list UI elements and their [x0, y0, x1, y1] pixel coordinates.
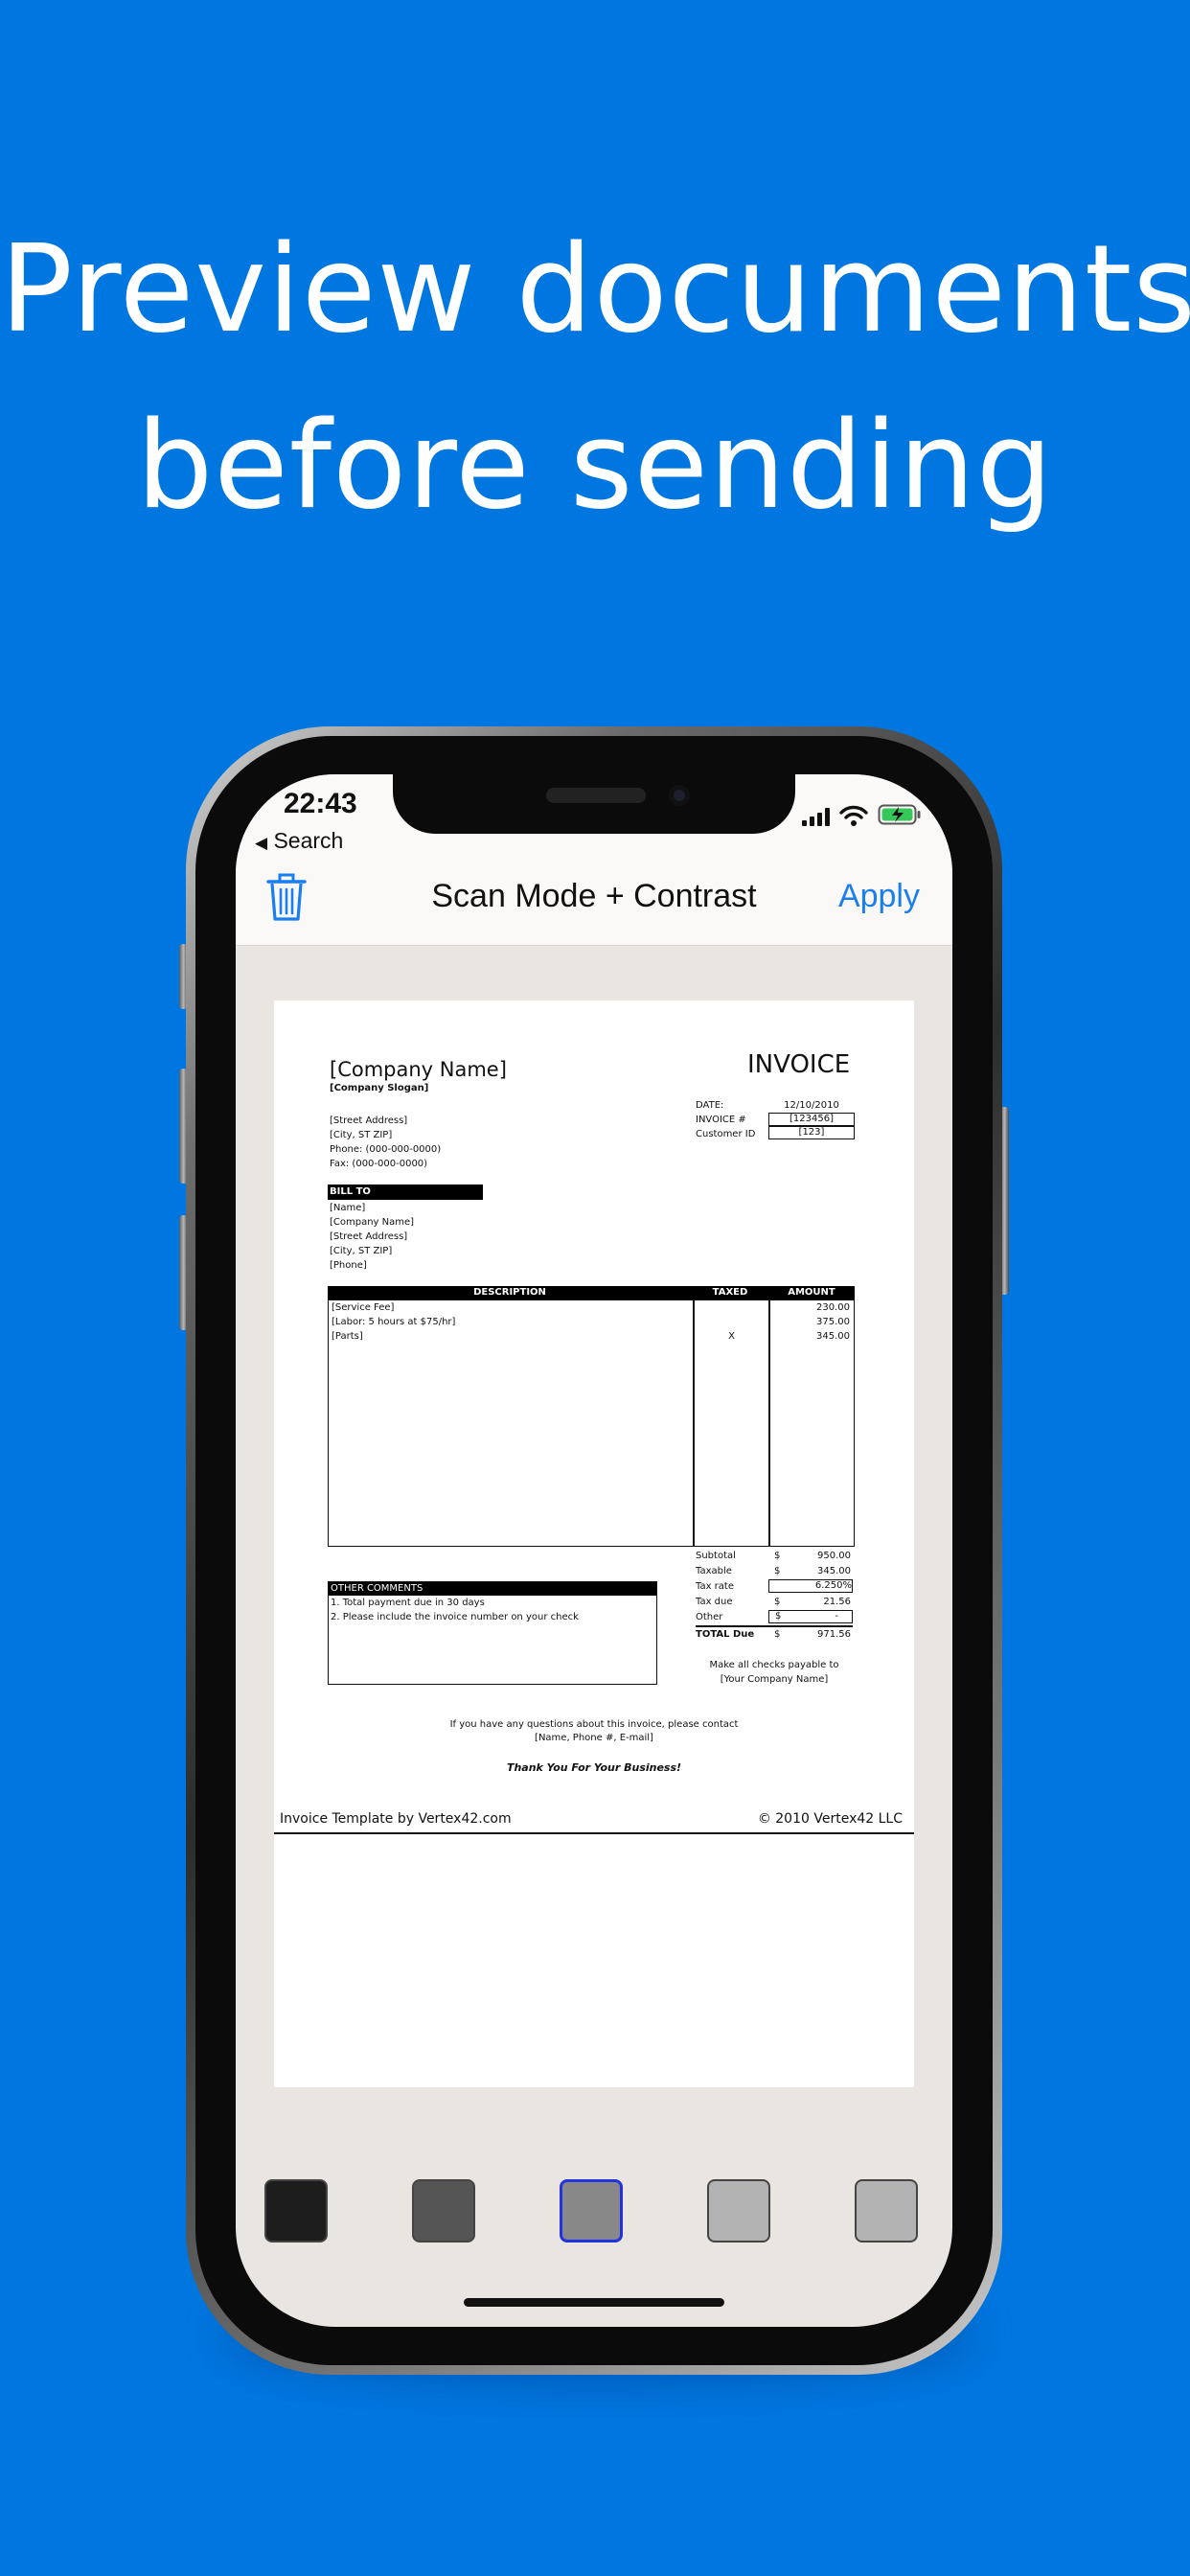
status-icons	[802, 803, 922, 826]
bill-to-line: [Name]	[330, 1203, 366, 1213]
address-line: [Street Address]	[330, 1116, 408, 1126]
meta-label: INVOICE #	[696, 1115, 746, 1125]
meta-date-value: 12/10/2010	[784, 1100, 839, 1111]
document-preview: [Company Name] [Company Slogan] INVOICE …	[274, 1000, 914, 2087]
item-amount: 375.00	[816, 1317, 850, 1327]
filter-swatch-black[interactable]	[264, 2179, 328, 2242]
total-value: 345.00	[817, 1566, 851, 1576]
meta-label: DATE:	[696, 1100, 724, 1111]
address-line: Fax: (000-000-0000)	[330, 1159, 428, 1169]
comment-line: 2. Please include the invoice number on …	[331, 1612, 579, 1622]
total-label: Other	[696, 1612, 723, 1622]
total-label: Tax due	[696, 1597, 733, 1607]
items-table-body: [Service Fee] 230.00 [Labor: 5 hours at …	[328, 1300, 855, 1547]
total-currency: $	[774, 1566, 781, 1576]
bill-to-line: [City, ST ZIP]	[330, 1246, 393, 1256]
item-description: [Labor: 5 hours at $75/hr]	[332, 1317, 456, 1327]
payable-line: [Your Company Name]	[720, 1674, 829, 1685]
headline: Preview documents before sending	[0, 201, 1190, 554]
item-taxed: X	[728, 1331, 735, 1342]
headline-line-2: before sending	[136, 395, 1054, 536]
front-camera	[669, 785, 690, 806]
item-amount: 230.00	[816, 1302, 850, 1313]
meta-customer-id-value: [123]	[768, 1126, 855, 1139]
apply-button[interactable]: Apply	[838, 878, 920, 915]
header-taxed: TAXED	[712, 1287, 748, 1298]
contact-line: If you have any questions about this inv…	[449, 1719, 739, 1730]
footer-right: © 2010 Vertex42 LLC	[757, 1811, 903, 1827]
total-value: -	[835, 1611, 838, 1622]
back-to-search[interactable]: ◀ Search	[255, 828, 343, 854]
company-address: [Street Address] [City, ST ZIP] Phone: (…	[330, 1116, 441, 1170]
item-description: [Parts]	[332, 1331, 363, 1342]
invoice-title: INVOICE	[747, 1050, 851, 1079]
total-currency: $	[775, 1611, 782, 1622]
footer-rule	[274, 1832, 914, 1834]
total-value: 6.250%	[768, 1579, 853, 1593]
item-description: [Service Fee]	[332, 1302, 395, 1313]
contact-line: [Name, Phone #, E-mail]	[535, 1733, 653, 1743]
contrast-filter-bar	[236, 2179, 952, 2248]
company-slogan: [Company Slogan]	[330, 1083, 429, 1093]
address-line: [City, ST ZIP]	[330, 1130, 393, 1140]
total-label: Subtotal	[696, 1551, 736, 1561]
earpiece-speaker	[546, 788, 646, 803]
phone-screen: 22:43 ◀ Search Scan Mode + Contrast Appl…	[236, 774, 952, 2327]
comment-line: 1. Total payment due in 30 days	[331, 1598, 485, 1608]
company-name: [Company Name]	[330, 1058, 507, 1081]
total-currency: $	[774, 1597, 781, 1607]
total-value: 971.56	[817, 1629, 851, 1640]
total-rule	[696, 1625, 853, 1627]
bill-to-line: [Street Address]	[330, 1231, 408, 1242]
meta-invoice-number-value: [123456]	[768, 1113, 855, 1126]
items-table-header: DESCRIPTION TAXED AMOUNT	[328, 1286, 855, 1300]
back-arrow-icon: ◀	[255, 834, 268, 852]
payable-line: Make all checks payable to	[709, 1660, 839, 1670]
total-value: 21.56	[823, 1597, 851, 1607]
total-value-box: $ -	[768, 1610, 853, 1623]
header-amount: AMOUNT	[788, 1287, 835, 1298]
battery-charging-icon	[878, 804, 921, 825]
comments-header: OTHER COMMENTS	[329, 1582, 656, 1596]
meta-label: Customer ID	[696, 1129, 756, 1139]
total-currency: $	[774, 1551, 781, 1561]
filter-swatch-gray[interactable]	[560, 2179, 623, 2242]
contact-note: If you have any questions about this inv…	[274, 1719, 914, 1744]
device-notch	[393, 774, 795, 834]
thank-you-note: Thank You For Your Business!	[506, 1761, 682, 1774]
total-currency: $	[774, 1629, 781, 1640]
payable-note: Make all checks payable to [Your Company…	[696, 1660, 853, 1686]
wifi-icon	[839, 805, 868, 826]
invoice-meta-labels: DATE: INVOICE # Customer ID	[696, 1100, 755, 1140]
bill-to-line: [Company Name]	[330, 1217, 415, 1228]
home-indicator[interactable]	[464, 2298, 724, 2307]
total-label: TOTAL Due	[696, 1629, 755, 1640]
total-label: Taxable	[696, 1566, 732, 1576]
status-time: 22:43	[284, 788, 357, 819]
item-amount: 345.00	[816, 1331, 850, 1342]
filter-swatch-light-gray[interactable]	[707, 2179, 770, 2242]
bill-to-header: BILL TO	[328, 1184, 483, 1200]
bill-to-block: [Name] [Company Name] [Street Address] […	[330, 1203, 414, 1272]
footer-left: Invoice Template by Vertex42.com	[280, 1811, 512, 1827]
cellular-signal-icon	[802, 807, 830, 826]
bill-to-line: [Phone]	[330, 1260, 367, 1271]
comments-box: OTHER COMMENTS 1. Total payment due in 3…	[328, 1581, 657, 1685]
headline-line-1: Preview documents	[0, 218, 1190, 359]
total-label: Tax rate	[696, 1581, 734, 1592]
filter-swatch-dark-gray[interactable]	[412, 2179, 475, 2242]
header-description: DESCRIPTION	[473, 1287, 546, 1298]
filter-swatch-silver[interactable]	[855, 2179, 918, 2242]
back-label: Search	[273, 828, 344, 853]
total-value: 950.00	[817, 1551, 851, 1561]
address-line: Phone: (000-000-0000)	[330, 1144, 442, 1155]
